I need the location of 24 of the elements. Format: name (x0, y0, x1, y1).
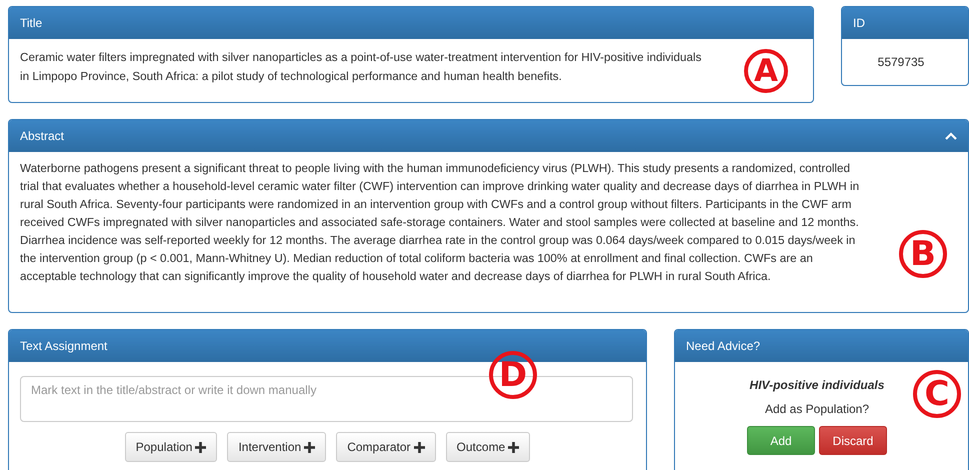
plus-icon (304, 442, 316, 452)
category-button[interactable]: Population (124, 432, 218, 462)
suggested-phrase: HIV-positive individuals (750, 378, 884, 392)
abstract-text: Waterborne pathogens present a significant threat to people living with the human immunodeficiency virus (PLWH). This study presents a randomized, controlled trial that evaluates whether a household-level ceramic water filter (CWF) intervention can improve drinking water quality and decrease days of diarrhea in PLWH in rural South Africa. Seventy-four participants were randomized in an intervention group with CWFs and a control group without filters. Participants in the CWF arm received CWFs impregnated with silver nanoparticles and associated safe-storage containers. Water and stool samples were collected at baseline and 12 months. Diarrhea incidence was self-reported weekly for 12 months. The average diarrhea rate in the control group was 0.064 days/week compared to 0.015 days/week in the intervention group (p < 0.001, Mann-Whitney U). Median reduction of total coliform bacteria was 100% at enrollment and final collection. CWFs are an acceptable technology that can significantly improve the quality of household water and decrease days of diarrhea for PLWH in rural South Africa. (20, 161, 860, 285)
category-button[interactable]: Outcome (446, 432, 530, 462)
id-value: 5579735 (876, 54, 926, 69)
annotation-marker: C (913, 370, 961, 418)
panel-title: Title (20, 16, 42, 30)
panel-title: Need Advice? (686, 339, 760, 353)
annotation-marker: D (489, 351, 537, 399)
annotation-marker: A (744, 49, 788, 93)
plus-icon (414, 442, 425, 452)
category-button[interactable]: Comparator (336, 432, 436, 462)
panel-title: Abstract (20, 129, 64, 143)
panel-title: Text Assignment (20, 339, 108, 353)
plus-icon (195, 442, 206, 452)
advice-question: Add as Population? (764, 402, 870, 416)
plus-icon (508, 442, 520, 452)
annotation-marker: B (899, 230, 947, 278)
collapse-chevron-icon[interactable] (945, 132, 957, 140)
discard-button[interactable]: Discard (819, 426, 887, 455)
category-button[interactable]: Intervention (227, 432, 326, 462)
title-text: Ceramic water filters impregnated with silver nanoparticles as a point-of-use water-treatment intervention for HIV-positive individuals in Limpopo Province, South Africa: a pilot study of technological performance and human health benefits. (20, 50, 702, 85)
panel-title: ID (853, 16, 865, 30)
